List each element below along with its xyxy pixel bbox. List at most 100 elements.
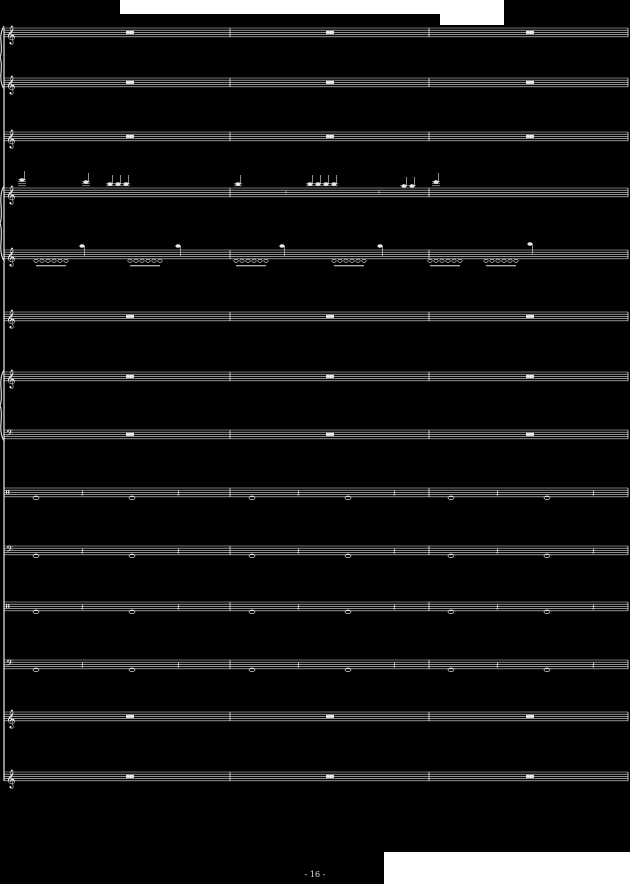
notehead bbox=[323, 182, 329, 186]
clef-treble: 𝄞 bbox=[6, 75, 15, 95]
notehead bbox=[123, 182, 129, 186]
quarter-rest: 𝄽 bbox=[177, 489, 180, 499]
notehead bbox=[527, 242, 533, 246]
notehead bbox=[377, 244, 383, 248]
eighth-rest: 𝄾 bbox=[378, 188, 380, 197]
whole-rest bbox=[326, 374, 334, 378]
clef-treble: 𝄞 bbox=[6, 769, 15, 789]
quarter-rest: 𝄽 bbox=[496, 603, 499, 613]
notehead bbox=[57, 258, 63, 263]
whole-rest bbox=[526, 374, 534, 378]
staff-14: 𝄞 bbox=[3, 769, 629, 789]
staff-10: 𝄢 𝄽 𝄽 𝄽 𝄽 𝄽 𝄽 bbox=[3, 544, 629, 558]
clef-bass: 𝄢 bbox=[6, 658, 13, 671]
quarter-rest: 𝄽 bbox=[496, 489, 499, 499]
quarter-rest: 𝄽 bbox=[297, 603, 300, 613]
whole-rest bbox=[526, 314, 534, 318]
whole-rest bbox=[326, 80, 334, 84]
quarter-rest: 𝄽 bbox=[393, 547, 396, 557]
notehead bbox=[457, 258, 463, 263]
notehead bbox=[361, 258, 367, 263]
quarter-rest: 𝄽 bbox=[297, 489, 300, 499]
quarter-rest: 𝄽 bbox=[297, 661, 300, 671]
whole-rest bbox=[526, 30, 534, 34]
whole-rest bbox=[326, 134, 334, 138]
whole-rest bbox=[526, 774, 534, 778]
notehead bbox=[349, 258, 355, 263]
quarter-rest: 𝄽 bbox=[592, 489, 595, 499]
notehead bbox=[33, 258, 39, 263]
clef-bass: 𝄢 bbox=[6, 544, 13, 557]
notehead bbox=[337, 258, 343, 263]
quarter-rest: 𝄽 bbox=[81, 661, 84, 671]
notehead bbox=[489, 258, 495, 263]
staff-8: 𝄢 bbox=[3, 428, 629, 441]
notehead bbox=[145, 258, 151, 263]
quarter-rest: 𝄽 bbox=[393, 661, 396, 671]
notehead bbox=[251, 258, 257, 263]
whole-rest bbox=[326, 432, 334, 436]
whole-rest bbox=[126, 714, 134, 718]
quarter-rest: 𝄽 bbox=[177, 661, 180, 671]
staff-13: 𝄞 bbox=[3, 709, 629, 729]
staff-9: 𝄥 𝄽 𝄽 𝄽 𝄽 𝄽 𝄽 bbox=[3, 486, 629, 500]
whole-rest bbox=[126, 30, 134, 34]
quarter-rest: 𝄽 bbox=[393, 489, 396, 499]
notehead bbox=[133, 258, 139, 263]
quarter-rest: 𝄽 bbox=[393, 603, 396, 613]
staff-3: 𝄞 bbox=[3, 129, 629, 149]
notehead bbox=[451, 258, 457, 263]
notehead bbox=[115, 182, 121, 186]
eighth-rest: 𝄾 bbox=[285, 188, 287, 197]
notehead bbox=[445, 258, 451, 263]
whole-rest bbox=[526, 714, 534, 718]
quarter-rest: 𝄽 bbox=[592, 661, 595, 671]
notehead bbox=[51, 258, 57, 263]
notehead bbox=[307, 182, 313, 186]
quarter-rest: 𝄽 bbox=[496, 661, 499, 671]
notehead bbox=[279, 244, 285, 248]
quarter-rest: 𝄽 bbox=[592, 547, 595, 557]
notehead bbox=[175, 244, 181, 248]
clef-treble: 𝄞 bbox=[6, 247, 15, 267]
notehead bbox=[107, 182, 113, 186]
notehead bbox=[433, 180, 439, 184]
whole-rest bbox=[126, 314, 134, 318]
whole-rest bbox=[326, 30, 334, 34]
notehead bbox=[483, 258, 489, 263]
whole-rest bbox=[326, 714, 334, 718]
notehead bbox=[513, 258, 519, 263]
notehead bbox=[343, 258, 349, 263]
notehead bbox=[63, 258, 69, 263]
whole-rest bbox=[126, 432, 134, 436]
whole-rest bbox=[126, 774, 134, 778]
staff-5: 𝄞 bbox=[3, 242, 629, 267]
page-number: - 16 - bbox=[304, 870, 326, 879]
clef-treble: 𝄞 bbox=[6, 309, 15, 329]
notehead bbox=[157, 258, 163, 263]
staff-12: 𝄢 𝄽 𝄽 𝄽 𝄽 𝄽 𝄽 bbox=[3, 658, 629, 672]
clef-treble: 𝄞 bbox=[6, 369, 15, 389]
music-score: 𝄞𝄞𝄞𝄞 𝄾 𝄾𝄞𝄞𝄞𝄢𝄥 𝄽 𝄽 𝄽 𝄽 𝄽 𝄽𝄢 𝄽 𝄽 𝄽 𝄽 𝄽 𝄽𝄥 𝄽 𝄽 𝄽 𝄽 𝄽 𝄽𝄢 𝄽 𝄽 𝄽 𝄽 𝄽 𝄽𝄞𝄞 bbox=[0, 25, 629, 789]
notehead bbox=[257, 258, 263, 263]
notehead bbox=[427, 258, 433, 263]
quarter-rest: 𝄽 bbox=[177, 547, 180, 557]
quarter-rest: 𝄽 bbox=[592, 603, 595, 613]
notehead bbox=[127, 258, 133, 263]
notehead bbox=[151, 258, 157, 263]
notehead bbox=[439, 258, 445, 263]
notehead bbox=[263, 258, 269, 263]
notehead bbox=[331, 258, 337, 263]
staff-11: 𝄥 𝄽 𝄽 𝄽 𝄽 𝄽 𝄽 bbox=[3, 600, 629, 614]
notehead bbox=[433, 258, 439, 263]
notehead bbox=[315, 182, 321, 186]
staff-7: 𝄞 bbox=[3, 369, 629, 389]
notehead bbox=[39, 258, 45, 263]
quarter-rest: 𝄽 bbox=[81, 547, 84, 557]
staff-4: 𝄞 𝄾 𝄾 bbox=[3, 171, 629, 205]
whole-rest bbox=[526, 432, 534, 436]
notehead bbox=[239, 258, 245, 263]
notehead bbox=[235, 182, 241, 186]
whole-rest bbox=[326, 314, 334, 318]
whole-rest bbox=[126, 374, 134, 378]
